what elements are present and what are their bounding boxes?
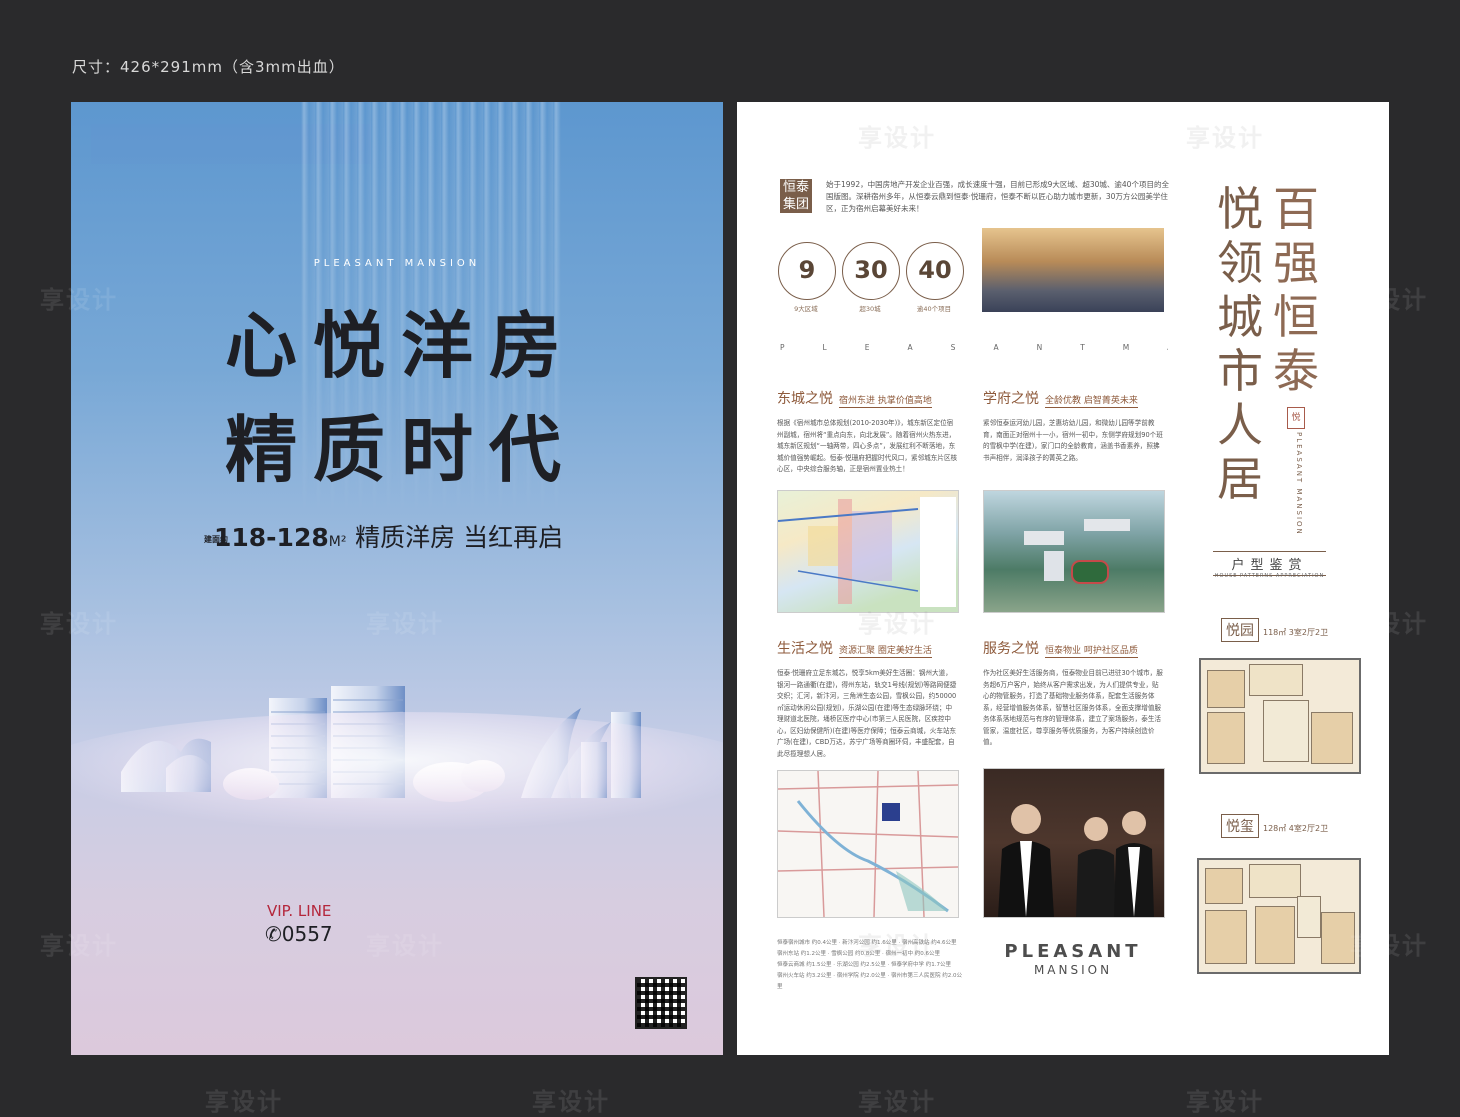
section-subheading: 恒泰物业 呵护社区品质	[1045, 646, 1138, 658]
plan-name: 悦园	[1221, 618, 1259, 642]
section-title: 东城之悦 宿州东进 执掌价值高地	[777, 388, 932, 408]
floorplan-2	[1197, 858, 1361, 974]
plan-title: 悦玺 128㎡ 4室2厅2卫	[1221, 814, 1328, 838]
size-note: 尺寸：426*291mm（含3mm出血）	[72, 58, 345, 76]
building-rendering	[982, 228, 1164, 312]
vertical-char: 人	[1217, 398, 1263, 452]
brand-en-large: PLEASANT	[1004, 941, 1142, 962]
distance-row: 恒泰宿州城市 约0.4公里 · 新汴河公园 约1.6公里 · 宿州高铁站 约4.…	[777, 940, 957, 946]
section-heading: 服务之悦	[983, 641, 1039, 657]
group-tag: 恒泰集团	[780, 179, 812, 213]
poster-right: 恒泰集团 始于1992，中国房地产开发企业百强，成长速度十强，目前已形成9大区域…	[737, 102, 1389, 1055]
section-text: 根据《宿州城市总体规划(2010-2030年)》，城东新区定位宿州副城，宿州将“…	[777, 419, 958, 473]
stat-caption: 逾40个项目	[916, 305, 952, 313]
plan-name: 悦玺	[1221, 814, 1259, 838]
section-heading: 学府之悦	[983, 391, 1039, 407]
vertical-char: 泰	[1273, 344, 1319, 398]
vertical-char: 领	[1217, 236, 1263, 290]
plan-area: 128㎡ 4室2厅2卫	[1263, 824, 1329, 833]
stat-circle: 30	[842, 242, 900, 300]
distance-list: 恒泰宿州城市 约0.4公里 · 新汴河公园 约1.6公里 · 宿州高铁站 约4.…	[777, 938, 967, 993]
seal-stamp: 悦	[1287, 407, 1305, 429]
vip-phone: ✆0557	[265, 922, 333, 946]
section-text: 作为社区美好生活服务商，恒泰物业目前已进驻30个城市，服务超6万户客户，始终从客…	[983, 669, 1163, 746]
poster-left: PLEASANT MANSION 心悦洋房 精质时代 建面约118-128M² …	[71, 102, 723, 1055]
subheadline: 建面约118-128M² 精质洋房 当红再启	[204, 518, 563, 554]
vertical-char: 强	[1273, 236, 1319, 290]
stat-circle: 9	[778, 242, 836, 300]
stat-caption: 超30城	[859, 305, 881, 313]
distance-row: 宿州火车站 约3.2公里 · 宿州学院 约2.0公里 · 宿州市第三人民医院 约…	[777, 973, 962, 990]
intro-text: 始于1992，中国房地产开发企业百强，成长速度十强，目前已形成9大区域、超30城…	[826, 180, 1169, 213]
qr-code	[635, 977, 687, 1029]
section-subheading: 资源汇聚 圈定美好生活	[839, 646, 932, 658]
section-heading: 东城之悦	[777, 391, 833, 407]
vertical-char: 悦	[1217, 182, 1263, 236]
vertical-brand-en: PLEASANT MANSION	[1295, 432, 1303, 536]
planning-map	[777, 490, 959, 613]
sub-area: 118-128	[214, 523, 329, 552]
section-subheading: 宿州东进 执掌价值高地	[839, 396, 932, 408]
vip-label: VIP. LINE	[267, 902, 332, 920]
brand-en: PLEASANT MANSION	[313, 258, 481, 269]
headline-2: 精质时代	[224, 408, 577, 492]
vertical-char: 城	[1217, 290, 1263, 344]
vertical-char: 居	[1217, 452, 1263, 506]
plan-title: 悦园 118㎡ 3室2厅2卫	[1221, 618, 1328, 642]
vertical-title-col2: 百 强 恒 泰	[1271, 182, 1321, 398]
vertical-char: 市	[1217, 344, 1263, 398]
distance-row: 恒泰云商城 约1.5公里 · 乐湖公园 约2.5公里 · 恒泰学府中学 约1.7…	[777, 962, 951, 968]
location-map	[777, 770, 959, 918]
vertical-title-col1: 悦 领 城 市 人 居	[1215, 182, 1265, 506]
distance-row: 宿州东站 约1.2公里 · 雪枫公园 约0.8公里 · 宿州一初中 约0.6公里	[777, 951, 940, 957]
floorplan-heading-en: HOUSE PATTERNS APPRECIATION	[1214, 573, 1325, 579]
pleasant-mansion-line: PLEASANTMANSION	[778, 343, 1168, 352]
floorplan-1	[1199, 658, 1361, 774]
section-subheading: 全龄优教 启智菁英未来	[1045, 396, 1138, 408]
plan-area: 118㎡ 3室2厅2卫	[1263, 628, 1329, 637]
section-text: 紧邻恒泰运河幼儿园，芝惠坊幼儿园，和微幼儿园等学前教育，南面正对宿州十一小，宿州…	[983, 419, 1163, 462]
butler-photo	[983, 768, 1165, 918]
section-title: 服务之悦 恒泰物业 呵护社区品质	[983, 638, 1138, 658]
section-title: 学府之悦 全龄优教 启智菁英未来	[983, 388, 1138, 408]
section-title: 生活之悦 资源汇聚 圈定美好生活	[777, 638, 932, 658]
vertical-char: 百	[1273, 182, 1319, 236]
cloud-band	[71, 712, 723, 832]
section-heading: 生活之悦	[777, 641, 833, 657]
school-aerial-photo	[983, 490, 1165, 613]
sub-text: 精质洋房 当红再启	[355, 523, 564, 552]
headline-1: 心悦洋房	[224, 304, 577, 388]
stat-caption: 9大区域	[794, 305, 818, 313]
sub-tiny: 建面约	[204, 534, 228, 544]
stat-circle: 40	[906, 242, 964, 300]
brand-en-large-sub: MANSION	[1033, 963, 1113, 977]
section-text: 恒泰·悦珊府立足东城芯，悦享5km美好生活圈：钢州大道，银河一路通衢(在建)，得…	[777, 669, 957, 758]
vertical-char: 恒	[1273, 290, 1319, 344]
sub-unit: M²	[328, 534, 347, 550]
